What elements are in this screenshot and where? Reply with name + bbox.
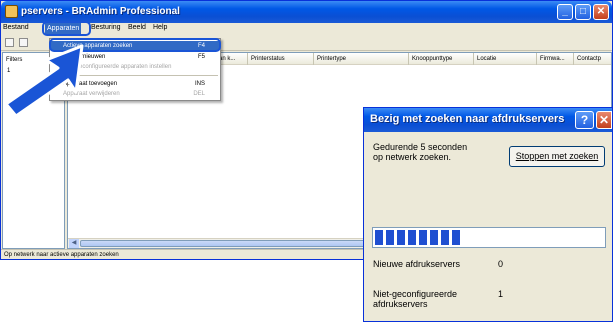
progress-fill (375, 230, 460, 245)
maximize-button[interactable]: □ (575, 4, 591, 20)
progress-block (375, 230, 383, 245)
progress-block (419, 230, 427, 245)
column-printer-type[interactable]: Printertype (314, 53, 409, 65)
progress-block (386, 230, 394, 245)
new-servers-label: Nieuwe afdrukservers (373, 259, 461, 269)
pointer-arrow-icon (4, 44, 84, 118)
new-servers-value: 0 (498, 259, 504, 269)
progress-block (430, 230, 438, 245)
dialog-title: Bezig met zoeken naar afdrukservers (370, 113, 565, 125)
menu-item-shortcut: INS (194, 81, 205, 87)
unconfigured-servers-label: Niet-geconfigureerde afdrukservers (373, 289, 458, 309)
menu-help[interactable]: Help (153, 24, 167, 31)
minimize-button[interactable]: _ (557, 4, 573, 20)
progress-block (441, 230, 449, 245)
column-printer-status[interactable]: Printerstatus (248, 53, 314, 65)
column-firmware[interactable]: Firmwa... (537, 53, 574, 65)
column-contact[interactable]: Contactp (574, 53, 611, 65)
menu-item-shortcut: F5 (197, 54, 205, 60)
progress-block (452, 230, 460, 245)
help-icon[interactable]: ? (575, 111, 594, 129)
dialog-title-bar[interactable]: Bezig met zoeken naar afdrukservers ? ✕ (364, 108, 612, 132)
progress-block (408, 230, 416, 245)
menu-item-shortcut: DEL (193, 91, 205, 97)
search-dialog: Bezig met zoeken naar afdrukservers ? ✕ … (363, 107, 613, 322)
stop-search-button[interactable]: Stoppen met zoeken (509, 146, 605, 167)
column-node-type[interactable]: Knooppunttype (409, 53, 474, 65)
column-location[interactable]: Locatie (474, 53, 537, 65)
scroll-left-icon[interactable]: ◀ (69, 239, 79, 248)
dialog-message: Gedurende 5 seconden op netwerk zoeken. (373, 142, 468, 162)
close-icon[interactable]: ✕ (596, 111, 612, 129)
progress-block (397, 230, 405, 245)
menu-beeld[interactable]: Beeld (128, 24, 146, 31)
search-progress-bar (372, 227, 606, 248)
scrollbar-thumb[interactable] (80, 240, 390, 247)
unconfigured-servers-value: 1 (498, 289, 504, 299)
close-button[interactable]: ✕ (593, 4, 609, 20)
